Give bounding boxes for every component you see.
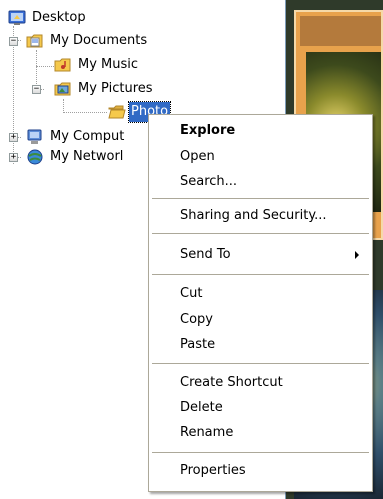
expand-icon[interactable]: + [9, 133, 18, 142]
my-network-icon [26, 148, 44, 166]
tree-item-label: My Documents [50, 33, 148, 48]
menu-item-send-to[interactable]: Send To [150, 243, 371, 267]
folder-pictures-icon [54, 80, 72, 98]
folder-documents-icon [26, 32, 44, 50]
menu-item-properties[interactable]: Properties [150, 459, 371, 483]
tree-item-label: My Music [78, 57, 139, 72]
submenu-arrow-icon [355, 251, 359, 259]
tree-item-label: My Comput [50, 129, 125, 144]
desktop-icon [8, 9, 26, 27]
menu-item-rename[interactable]: Rename [150, 421, 371, 445]
menu-item-explore[interactable]: Explore [150, 119, 371, 143]
tree-item-desktop[interactable]: Desktop [8, 8, 88, 28]
menu-separator [152, 233, 369, 234]
my-computer-icon [26, 128, 44, 146]
thumbnail-header [300, 16, 381, 46]
tree-item-label: Desktop [32, 10, 86, 25]
menu-item-delete[interactable]: Delete [150, 396, 371, 420]
tree-item-my-music[interactable]: My Music [8, 55, 140, 75]
collapse-icon[interactable]: − [9, 37, 18, 46]
folder-open-icon [108, 103, 126, 121]
tree-item-label: My Pictures [78, 81, 153, 96]
menu-item-copy[interactable]: Copy [150, 308, 371, 332]
menu-item-label: Send To [180, 247, 231, 262]
context-menu: Explore Open Search... Sharing and Secur… [148, 114, 373, 492]
menu-item-create-shortcut[interactable]: Create Shortcut [150, 371, 371, 395]
menu-separator [152, 198, 369, 199]
tree-item-photo[interactable]: Photo [8, 101, 172, 123]
menu-item-search[interactable]: Search... [150, 170, 371, 194]
collapse-icon[interactable]: − [32, 85, 41, 94]
menu-item-paste[interactable]: Paste [150, 333, 371, 357]
menu-separator [152, 274, 369, 275]
tree-item-my-network[interactable]: + My Networl [8, 147, 125, 167]
folder-music-icon [54, 56, 72, 74]
tree-item-my-computer[interactable]: + My Comput [8, 127, 126, 147]
menu-separator [152, 363, 369, 364]
tree-item-my-documents[interactable]: − My Documents [8, 31, 149, 51]
menu-item-cut[interactable]: Cut [150, 282, 371, 306]
expand-icon[interactable]: + [9, 153, 18, 162]
tree-item-label: My Networl [50, 149, 124, 164]
menu-item-open[interactable]: Open [150, 145, 371, 169]
menu-item-sharing-and-security[interactable]: Sharing and Security... [150, 204, 371, 228]
tree-item-my-pictures[interactable]: − My Pictures [8, 79, 155, 99]
menu-separator [152, 452, 369, 453]
